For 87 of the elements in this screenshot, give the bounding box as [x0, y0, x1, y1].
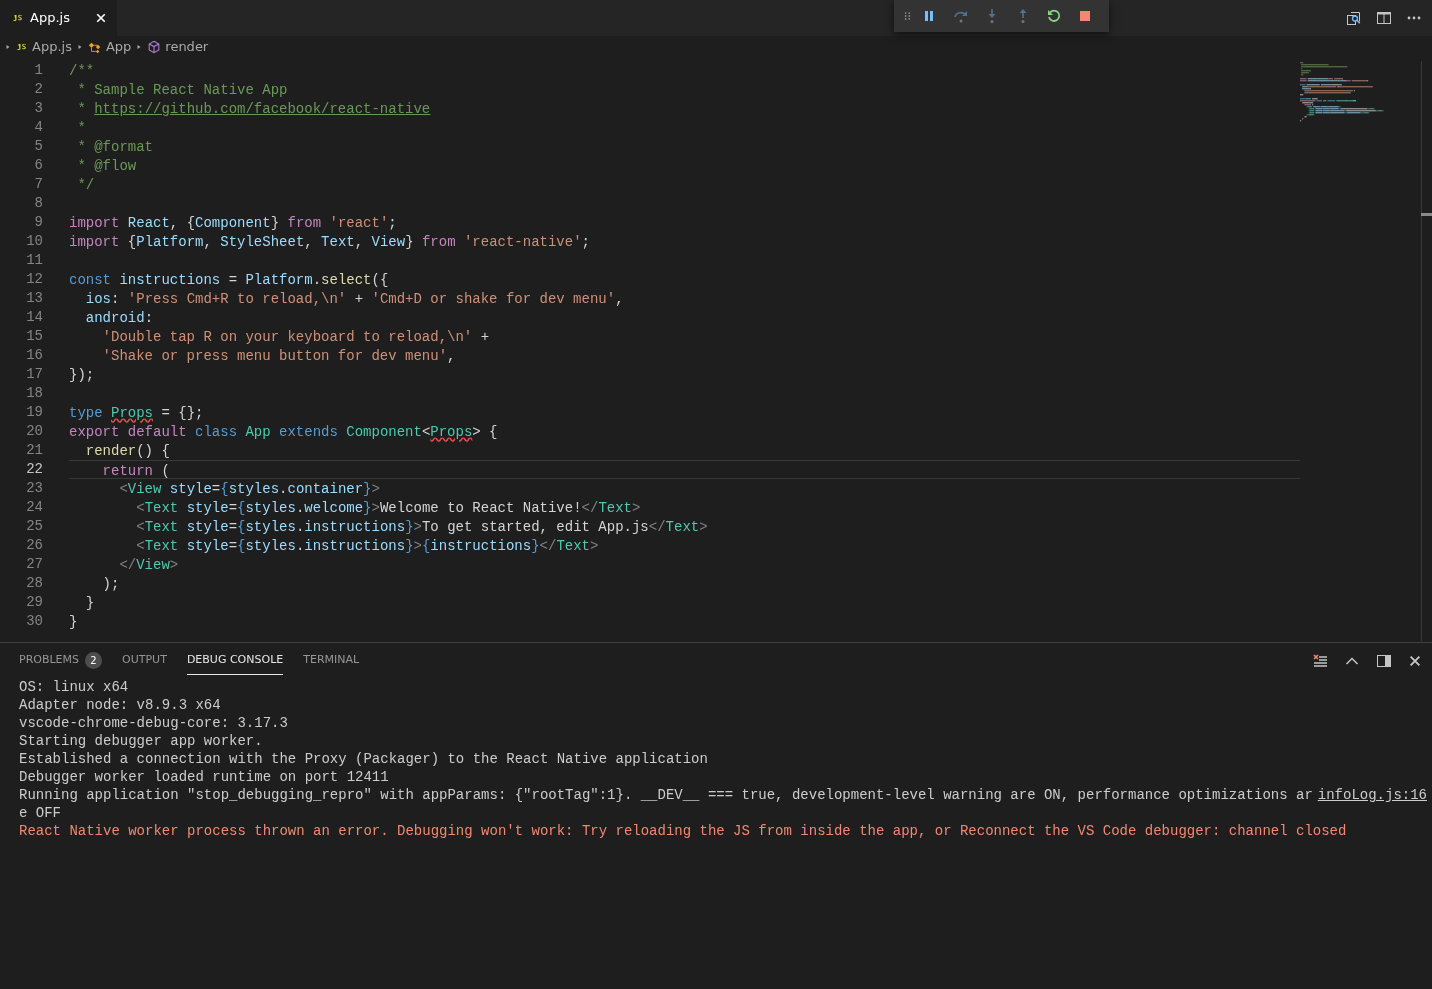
console-line: vscode-chrome-debug-core: 3.17.3 — [19, 714, 289, 732]
line-number: 1 — [33, 61, 43, 80]
line-number: 28 — [25, 574, 43, 593]
source-link[interactable]: infoLog.js:16 — [1317, 786, 1427, 822]
line-number: 2 — [33, 80, 43, 99]
javascript-file-icon — [12, 12, 24, 24]
panel-tab[interactable]: OUTPUT — [122, 646, 167, 675]
code-line: /** — [69, 62, 95, 81]
code-line: * @format — [76, 138, 153, 157]
console-line: Running application "stop_debugging_repro" with appParams: {"rootTag":1}. __DEV__ === true, development-level warning are ON, performance optimizations are OFF — [19, 786, 1314, 822]
line-number: 29 — [25, 593, 43, 612]
code-line: return ( — [101, 462, 170, 481]
error-message: React Native worker process thrown an error. Debugging won't work: Try reloading the JS from inside the app, or Reconnect the VS Code debugger: channel closed — [19, 822, 1348, 840]
code-line: export default class App extends Component<Props> { — [69, 423, 498, 442]
line-number: 26 — [25, 536, 43, 555]
line-number: 13 — [25, 289, 43, 308]
code-line: import {Platform, StyleSheet, Text, View} from 'react-native'; — [69, 233, 590, 252]
line-number: 5 — [33, 137, 43, 156]
code-line: <View style={styles.container}> — [118, 480, 380, 499]
code-line: type Props = {}; — [69, 404, 204, 423]
editor-tab[interactable]: App.js — [0, 0, 117, 36]
line-number: 12 — [25, 270, 43, 289]
javascript-file-icon — [16, 41, 28, 53]
restart-icon — [1046, 8, 1063, 24]
breadcrumb-item[interactable]: App — [105, 37, 132, 57]
breadcrumb-item[interactable]: App.js — [32, 37, 72, 57]
code-line: android: — [84, 309, 154, 328]
line-number: 6 — [33, 156, 43, 175]
code-line: <Text style={styles.instructions}>{instructions}</Text> — [135, 537, 599, 556]
line-number: 14 — [25, 308, 43, 327]
code-line: 'Double tap R on your keyboard to reload,\n' + — [101, 328, 490, 347]
code-line: * — [76, 119, 86, 138]
code-line: </View> — [118, 556, 179, 575]
panel-tab[interactable]: PROBLEMS 2 — [19, 646, 103, 675]
line-number: 23 — [25, 479, 43, 498]
line-number: 22 — [25, 460, 43, 479]
code-line: 'Shake or press menu button for dev menu', — [101, 347, 456, 366]
console-line: Adapter node: v8.9.3 x64 — [19, 696, 222, 714]
open-changes-icon[interactable] — [1346, 10, 1362, 26]
line-number: 10 — [25, 232, 43, 251]
line-number: 4 — [33, 118, 43, 137]
count-badge: 2 — [85, 652, 103, 669]
console-line: Established a connection with the Proxy (Packager) to the React Native application — [19, 750, 709, 768]
line-number: 16 — [25, 346, 43, 365]
code-line: ios: 'Press Cmd+R to reload,\n' + 'Cmd+D or shake for dev menu', — [84, 290, 624, 309]
panel-tab[interactable]: TERMINAL — [303, 646, 360, 675]
code-line: }); — [69, 366, 95, 385]
code-line: const instructions = Platform.select({ — [69, 271, 389, 290]
line-number: 17 — [25, 365, 43, 384]
line-number: 3 — [33, 99, 43, 118]
console-line: Debugger worker loaded runtime on port 12411 — [19, 768, 390, 786]
line-number: 19 — [25, 403, 43, 422]
code-line: */ — [76, 176, 95, 195]
line-number: 9 — [33, 213, 43, 232]
line-number: 20 — [25, 422, 43, 441]
line-number: 24 — [25, 498, 43, 517]
code-line: * Sample React Native App — [76, 81, 288, 100]
line-number: 8 — [33, 194, 43, 213]
code-line: } — [84, 594, 95, 613]
line-number: 18 — [25, 384, 43, 403]
line-number: 7 — [33, 175, 43, 194]
close-icon[interactable] — [95, 12, 107, 24]
close-icon[interactable] — [1408, 653, 1422, 668]
panel-layout-icon[interactable] — [1376, 652, 1392, 669]
line-number: 21 — [25, 441, 43, 460]
breadcrumb-item[interactable]: render — [165, 37, 209, 57]
code-line: import React, {Component} from 'react'; — [69, 214, 397, 233]
method-icon — [147, 40, 162, 54]
panel-tab[interactable]: DEBUG CONSOLE — [186, 646, 284, 675]
line-number: 27 — [25, 555, 43, 574]
code-line: render() { — [84, 442, 170, 461]
console-line: Starting debugger app worker. — [19, 732, 264, 750]
code-line: <Text style={styles.welcome}>Welcome to React Native!</Text> — [135, 499, 641, 518]
line-number: 11 — [25, 251, 43, 270]
line-number: 30 — [25, 612, 43, 631]
code-line: } — [69, 613, 78, 632]
console-line: OS: linux x64 — [19, 678, 130, 696]
split-editor-icon[interactable] — [1376, 10, 1392, 26]
line-number: 25 — [25, 517, 43, 536]
line-number: 15 — [25, 327, 43, 346]
clear-console-icon[interactable] — [1312, 652, 1328, 669]
class-icon — [87, 40, 102, 54]
scrollbar-thumb[interactable] — [1421, 213, 1432, 216]
code-line: * @flow — [76, 157, 137, 176]
code-line: * https://github.com/facebook/react-native — [76, 100, 431, 119]
code-line: ); — [101, 575, 120, 594]
code-line: <Text style={styles.instructions}>To get started, edit App.js</Text> — [135, 518, 708, 537]
